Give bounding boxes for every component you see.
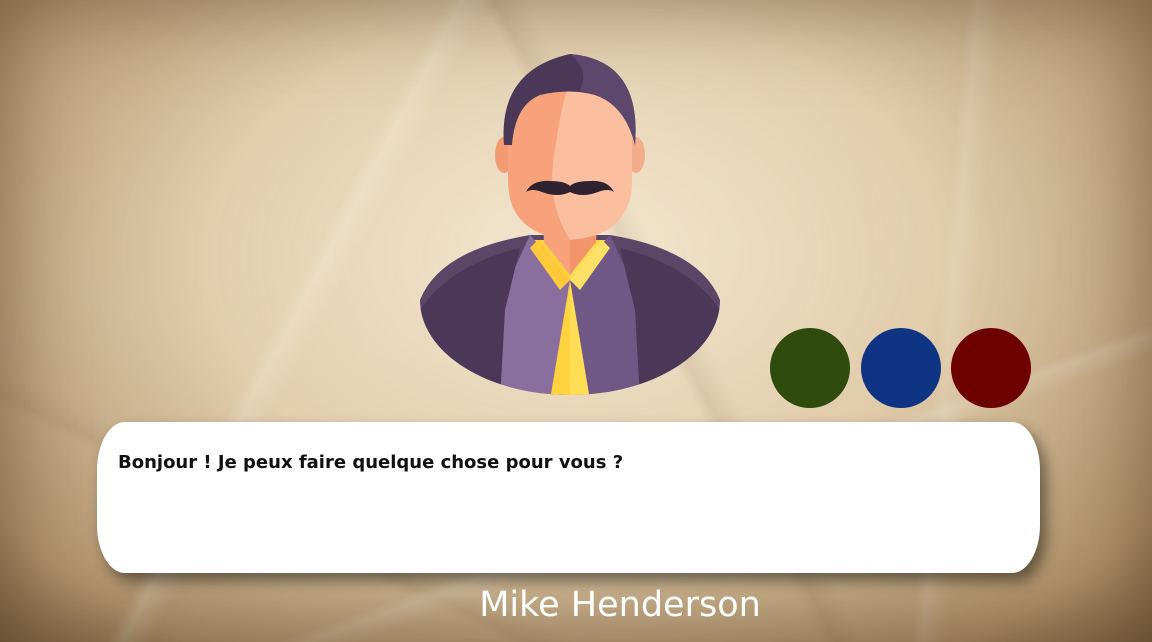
green-choice-button[interactable] bbox=[770, 328, 850, 408]
color-choice-group bbox=[770, 328, 1032, 408]
dialog-text: Bonjour ! Je peux faire quelque chose po… bbox=[118, 452, 624, 473]
speaker-name: Mike Henderson bbox=[479, 585, 761, 625]
red-choice-button[interactable] bbox=[951, 328, 1031, 408]
man-with-mustache-avatar-icon bbox=[420, 54, 720, 395]
dialog-box[interactable]: Bonjour ! Je peux faire quelque chose po… bbox=[97, 422, 1040, 573]
blue-choice-button[interactable] bbox=[861, 328, 941, 408]
